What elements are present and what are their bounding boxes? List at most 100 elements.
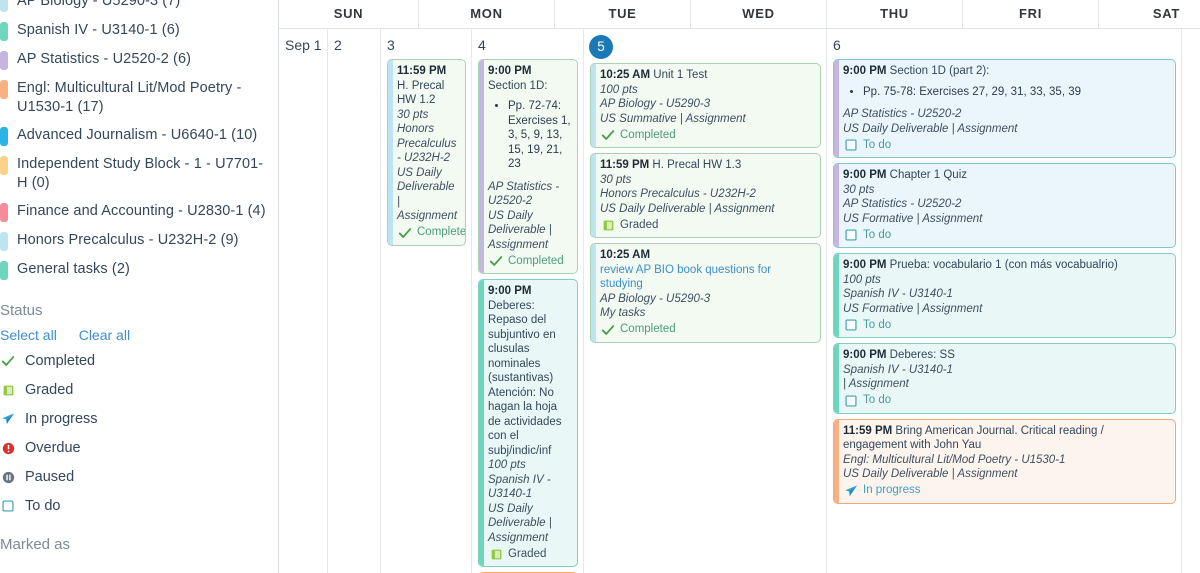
event-course: Spanish IV - U3140-1: [488, 473, 551, 501]
calendar-event[interactable]: 11:59 PM H. Precal HW 1.3 30 pts Honors Pr…: [590, 153, 821, 238]
course-filter-item[interactable]: Engl: Multicultural Lit/Mod Poetry - U15…: [0, 79, 278, 117]
course-filter-item[interactable]: AP Biology - U5290-3 (7): [0, 0, 278, 12]
event-time: 11:59 PM: [397, 65, 447, 77]
status-filter-label: To do: [25, 498, 61, 514]
event-status-label: To do: [863, 318, 892, 331]
empty-checkbox-icon: [0, 498, 16, 514]
event-time: 9:00 PM: [488, 65, 532, 77]
event-status[interactable]: In progress: [843, 483, 1169, 499]
course-filter-item[interactable]: Independent Study Block - 1 - U7701-H (0…: [0, 155, 278, 193]
course-filter-item[interactable]: AP Statistics - U2520-2 (6): [0, 50, 278, 70]
alert-circle-icon: [0, 440, 16, 456]
course-color-swatch: [0, 0, 8, 12]
event-category: US Formative | Assignment: [843, 212, 983, 225]
status-filter-item[interactable]: Overdue: [0, 440, 278, 456]
course-filter-item[interactable]: Finance and Accounting - U2830-1 (4): [0, 202, 278, 222]
status-filter-item[interactable]: Graded: [0, 382, 278, 398]
day-cell[interactable]: 2: [328, 29, 381, 573]
event-course: Spanish IV - U3140-1: [843, 363, 953, 376]
event-status[interactable]: To do: [843, 137, 1169, 153]
status-filter-item[interactable]: Completed: [0, 353, 278, 369]
weekday-header-sun: SUN: [279, 0, 419, 28]
calendar-event[interactable]: 9:00 PM Prueba: vocabulario 1 (con más v…: [833, 253, 1176, 338]
event-title-line: 9:00 PM Chapter 1 Quiz: [843, 168, 1169, 183]
event-category: | Assignment: [843, 378, 909, 390]
empty-checkbox-icon: [843, 317, 859, 333]
event-status-label: To do: [863, 228, 892, 241]
status-filter-label: In progress: [25, 411, 98, 427]
course-filter-item[interactable]: Honors Precalculus - U232H-2 (9): [0, 231, 278, 251]
calendar-event[interactable]: 10:25 AM Unit 1 Test 100 pts AP Biology - …: [590, 63, 821, 148]
calendar-event[interactable]: 9:00 PM Deberes: SS Spanish IV - U3140-1 …: [833, 343, 1176, 414]
calendar-event[interactable]: 10:25 AM review AP BIO book questions for…: [590, 243, 821, 343]
event-course-color-bar: [834, 164, 839, 247]
event-status[interactable]: Completed: [600, 322, 814, 338]
event-status[interactable]: Completed: [488, 253, 571, 269]
day-number: 6: [833, 37, 841, 53]
course-filter-item[interactable]: Spanish IV - U3140-1 (6): [0, 21, 278, 41]
calendar-event[interactable]: 9:00 PM Deberes: Repaso del subjuntivo e…: [478, 279, 578, 567]
event-points: 30 pts: [600, 173, 632, 186]
event-status[interactable]: Completed: [397, 225, 465, 241]
day-number: 5: [589, 35, 613, 59]
day-number: Sep 1: [285, 37, 322, 53]
event-status[interactable]: To do: [843, 317, 1169, 333]
day-number: [1188, 35, 1200, 55]
clear-all-link[interactable]: Clear all: [79, 327, 130, 343]
event-description-link[interactable]: review AP BIO book questions for studyin…: [600, 263, 814, 292]
event-bullet-list: Pp. 72-74: Exercises 1, 3, 5, 9, 13, 15,…: [488, 99, 571, 172]
check-icon: [397, 225, 413, 241]
event-course-color-bar: [834, 254, 839, 337]
course-filter-label: Advanced Journalism - U6640-1 (10): [17, 127, 258, 143]
filter-sidebar: AP Biology - U5290-3 (7) Spanish IV - U31…: [0, 0, 279, 573]
event-title: Chapter 1 Quiz: [886, 169, 968, 181]
event-category: US Daily Deliverable | Assignment: [488, 209, 552, 251]
pause-circle-icon: [0, 469, 16, 485]
course-filter-label: Independent Study Block - 1 - U7701-H (0…: [17, 156, 264, 191]
course-color-swatch: [0, 156, 8, 175]
book-icon: [0, 382, 16, 398]
course-filter-list: AP Biology - U5290-3 (7) Spanish IV - U31…: [0, 0, 278, 280]
event-status[interactable]: Completed: [600, 127, 814, 143]
empty-checkbox-icon: [843, 227, 859, 243]
marked-as-section-heading: Marked as: [0, 536, 71, 553]
day-cell[interactable]: Sep 1: [279, 29, 328, 573]
check-icon: [600, 127, 616, 143]
event-points: 100 pts: [488, 459, 526, 471]
course-filter-item[interactable]: Advanced Journalism - U6640-1 (10): [0, 126, 278, 146]
day-cell[interactable]: [1182, 29, 1200, 573]
day-cell[interactable]: 5 10:25 AM Unit 1 Test 100 pts AP Biology -…: [584, 29, 827, 573]
event-title-line: 11:59 PM H. Precal HW 1.3: [600, 158, 814, 173]
event-course-color-bar: [479, 280, 484, 566]
event-status[interactable]: To do: [843, 393, 1169, 409]
status-filter-label: Graded: [25, 382, 74, 398]
day-cell[interactable]: 3 11:59 PM H. Precal HW 1.2 30 pts Honors P…: [381, 29, 472, 573]
event-status[interactable]: Graded: [488, 546, 571, 562]
calendar-event[interactable]: 11:59 PM Bring American Journal. Critica…: [833, 418, 1176, 504]
event-course-color-bar: [834, 344, 839, 413]
course-color-swatch: [0, 232, 8, 251]
calendar-event[interactable]: 11:59 PM H. Precal HW 1.2 30 pts Honors Pr…: [387, 59, 466, 246]
course-color-swatch: [0, 261, 8, 280]
weekday-header-wed: WED: [691, 0, 827, 28]
calendar-event[interactable]: 9:00 PM Chapter 1 Quiz 30 pts AP Statistic…: [833, 163, 1176, 248]
event-status-label: To do: [863, 138, 892, 151]
status-filter-item[interactable]: To do: [0, 498, 278, 514]
event-category: US Daily Deliverable | Assignment: [843, 468, 1018, 480]
event-course-color-bar: [834, 419, 839, 503]
event-status[interactable]: Graded: [600, 217, 814, 233]
select-all-link[interactable]: Select all: [0, 327, 57, 343]
course-filter-item[interactable]: General tasks (2): [0, 260, 278, 280]
event-title-line: 9:00 PM Deberes: Repaso del subjuntivo e…: [488, 284, 571, 458]
event-status[interactable]: To do: [843, 227, 1169, 243]
status-filter-item[interactable]: In progress: [0, 411, 278, 427]
calendar-event[interactable]: 9:00 PM Section 1D: Pp. 72-74: Exercises …: [478, 59, 578, 274]
calendar-event[interactable]: 9:00 PM Section 1D (part 2): Pp. 75-78: E…: [833, 59, 1176, 158]
event-course: Spanish IV - U3140-1: [843, 288, 953, 300]
day-cell[interactable]: 6 9:00 PM Section 1D (part 2):Pp. 75-78: …: [827, 29, 1182, 573]
course-color-swatch: [0, 51, 8, 70]
course-color-swatch: [0, 22, 8, 41]
day-cell[interactable]: 49:00 PM Section 1D:Pp. 72-74: Exercises…: [472, 29, 584, 573]
status-filter-item[interactable]: Paused: [0, 469, 278, 485]
event-status-label: Completed: [417, 226, 466, 239]
